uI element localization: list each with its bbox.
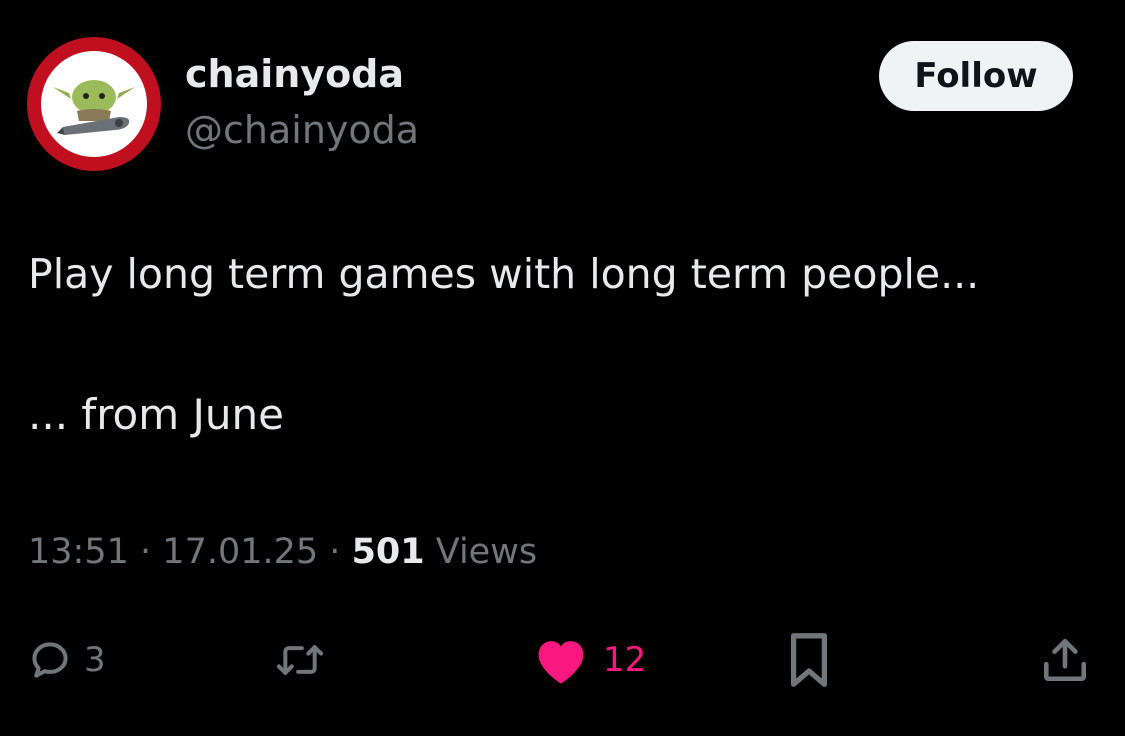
bookmark-button[interactable] xyxy=(787,620,831,700)
user-handle[interactable]: @chainyoda xyxy=(185,108,419,152)
tweet-card: chainyoda @chainyoda Follow Play long te… xyxy=(0,0,1125,736)
like-button[interactable]: 12 xyxy=(531,620,646,700)
bookmark-icon xyxy=(787,630,831,690)
tweet-text-line-1: Play long term games with long term peop… xyxy=(28,250,980,298)
views-label: Views xyxy=(435,532,538,572)
views-count: 501 xyxy=(351,532,425,572)
follow-button[interactable]: Follow xyxy=(879,41,1073,111)
reply-count: 3 xyxy=(84,640,106,680)
reply-icon xyxy=(28,638,72,682)
share-icon xyxy=(1040,634,1090,686)
like-count: 12 xyxy=(603,640,647,680)
avatar[interactable] xyxy=(27,37,161,171)
meta-separator: · xyxy=(329,532,341,572)
tweet-text-line-2: ... from June xyxy=(28,390,284,439)
tweet-meta: 13:51 · 17.01.25 · 501 Views xyxy=(28,532,537,572)
display-name[interactable]: chainyoda xyxy=(185,52,404,96)
retweet-icon xyxy=(274,638,326,682)
tweet-time[interactable]: 13:51 xyxy=(28,532,129,572)
yoda-avatar-icon xyxy=(41,51,147,157)
share-button[interactable] xyxy=(1040,620,1090,700)
meta-separator: · xyxy=(140,532,152,572)
retweet-button[interactable] xyxy=(274,620,326,700)
action-bar: 3 12 xyxy=(0,620,1125,700)
tweet-date[interactable]: 17.01.25 xyxy=(162,532,318,572)
heart-icon xyxy=(531,634,591,686)
reply-button[interactable]: 3 xyxy=(28,620,106,700)
